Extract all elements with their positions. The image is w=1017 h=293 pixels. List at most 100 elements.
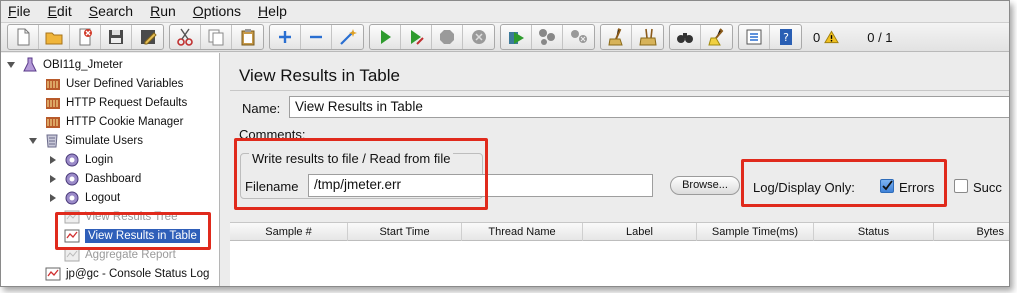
menu-options[interactable]: Options [185, 1, 250, 21]
column-sample-time[interactable]: Sample Time(ms) [697, 223, 814, 241]
tree-node-label: View Results Tree [85, 211, 178, 223]
error-count: 0 [813, 29, 821, 45]
remote-start-icon [509, 32, 524, 44]
search-button[interactable] [670, 25, 701, 49]
help-button[interactable]: ? [770, 25, 801, 49]
remote-button-group [500, 24, 595, 50]
tree-node-dashboard[interactable]: Dashboard [48, 170, 141, 188]
menu-label: earch [98, 3, 134, 19]
name-field[interactable]: View Results in Table [289, 96, 1009, 118]
binoculars-icon [677, 33, 693, 43]
shutdown-button[interactable] [463, 25, 494, 49]
menu-run[interactable]: Run [142, 1, 185, 21]
toggle-button[interactable] [332, 25, 363, 49]
filename-field[interactable]: /tmp/jmeter.err [308, 174, 653, 197]
tree-node-user-defined-variables[interactable]: User Defined Variables [45, 75, 183, 93]
paste-button[interactable] [232, 25, 263, 49]
tree-node-label: User Defined Variables [66, 78, 184, 90]
open-button[interactable] [39, 25, 70, 49]
broom-icon [608, 28, 623, 46]
remote-shutdown-button[interactable] [563, 25, 594, 49]
tree-node-aggregate-report[interactable]: Aggregate Report [64, 246, 176, 264]
menu-help[interactable]: Help [250, 1, 296, 21]
close-button[interactable] [70, 25, 101, 49]
menu-file[interactable]: File [1, 1, 40, 21]
minus-icon [310, 35, 322, 39]
controller-icon [64, 171, 80, 187]
menu-label: elp [268, 3, 287, 19]
remote-stop-button[interactable] [532, 25, 563, 49]
results-table-panel: View Results in Table Name: View Results… [230, 53, 1009, 286]
thread-group-icon [44, 133, 60, 149]
collapse-all-button[interactable] [301, 25, 332, 49]
tree-collapsed-icon[interactable] [48, 155, 58, 165]
column-status[interactable]: Status [814, 223, 934, 241]
save-button[interactable] [101, 25, 132, 49]
tree-collapsed-icon[interactable] [48, 193, 58, 203]
clear-button[interactable] [601, 25, 632, 49]
filename-label: Filename [245, 179, 299, 194]
function-helper-button[interactable] [739, 25, 770, 49]
tree-node-login[interactable]: Login [48, 151, 113, 169]
tree-collapsed-icon[interactable] [48, 174, 58, 184]
name-label: Name: [242, 101, 281, 116]
tree-node-http-request-defaults[interactable]: HTTP Request Defaults [45, 94, 187, 112]
cut-button[interactable] [170, 25, 201, 49]
menu-label: ptions [203, 3, 242, 19]
brooms-icon [638, 28, 657, 46]
tree-node-view-results-tree[interactable]: View Results Tree [64, 208, 177, 226]
list-icon [746, 29, 762, 45]
menu-label: un [160, 3, 176, 19]
plus-icon [279, 31, 291, 43]
table-header: Sample # Start Time Thread Name Label Sa… [230, 223, 1009, 241]
column-thread-name[interactable]: Thread Name [462, 223, 583, 241]
tree-node-label: Login [85, 154, 114, 166]
column-bytes[interactable]: Bytes [934, 223, 1009, 241]
warning-icon[interactable] [824, 30, 840, 44]
tree-node-test-plan[interactable]: OBI11g_Jmeter [6, 56, 123, 74]
tree-node-label: View Results in Table [85, 229, 200, 243]
tree-node-simulate-users[interactable]: Simulate Users [28, 132, 143, 150]
toolbar-status: 0 0 / 1 [813, 30, 893, 45]
menu-edit[interactable]: Edit [40, 1, 81, 21]
eraser-broom-icon [707, 28, 723, 46]
browse-button[interactable]: Browse... [670, 176, 740, 195]
title-divider [230, 90, 1009, 91]
stop-button[interactable] [432, 25, 463, 49]
column-label[interactable]: Label [583, 223, 697, 241]
copy-button[interactable] [201, 25, 232, 49]
remote-start-button[interactable] [501, 25, 532, 49]
errors-label: Errors [899, 180, 935, 195]
results-table[interactable]: Sample # Start Time Thread Name Label Sa… [230, 222, 1009, 286]
expand-all-button[interactable] [270, 25, 301, 49]
remote-stop-icon [539, 29, 555, 45]
config-element-icon [45, 95, 61, 111]
checkmark-icon [882, 180, 893, 191]
tree-node-console-status-log[interactable]: jp@gc - Console Status Log [45, 265, 209, 283]
successes-checkbox[interactable] [954, 179, 968, 193]
start-button[interactable] [370, 25, 401, 49]
listener-icon [45, 266, 61, 282]
tree-expanded-icon[interactable] [6, 60, 16, 70]
errors-checkbox[interactable] [880, 179, 894, 193]
tree-node-label: Logout [85, 192, 121, 204]
tree-node-http-cookie-manager[interactable]: HTTP Cookie Manager [45, 113, 183, 131]
controller-icon [64, 190, 80, 206]
column-start-time[interactable]: Start Time [348, 223, 462, 241]
start-no-pauses-button[interactable] [401, 25, 432, 49]
open-folder-icon [45, 32, 63, 45]
tree-expanded-icon[interactable] [28, 136, 38, 146]
tree-node-view-results-in-table[interactable]: View Results in Table [64, 227, 200, 245]
play-no-timers-icon [411, 30, 424, 45]
copy-icon [208, 29, 224, 46]
tree-button-group [269, 24, 364, 50]
menu-mnemonic: S [88, 3, 99, 19]
menu-search[interactable]: Search [81, 1, 142, 21]
clear-all-button[interactable] [632, 25, 663, 49]
new-button[interactable] [8, 25, 39, 49]
save-as-button[interactable] [132, 25, 163, 49]
menu-bar: File Edit Search Run Options Help [1, 1, 1009, 21]
tree-node-logout[interactable]: Logout [48, 189, 120, 207]
column-sample-number[interactable]: Sample # [230, 223, 348, 241]
reset-search-button[interactable] [701, 25, 732, 49]
